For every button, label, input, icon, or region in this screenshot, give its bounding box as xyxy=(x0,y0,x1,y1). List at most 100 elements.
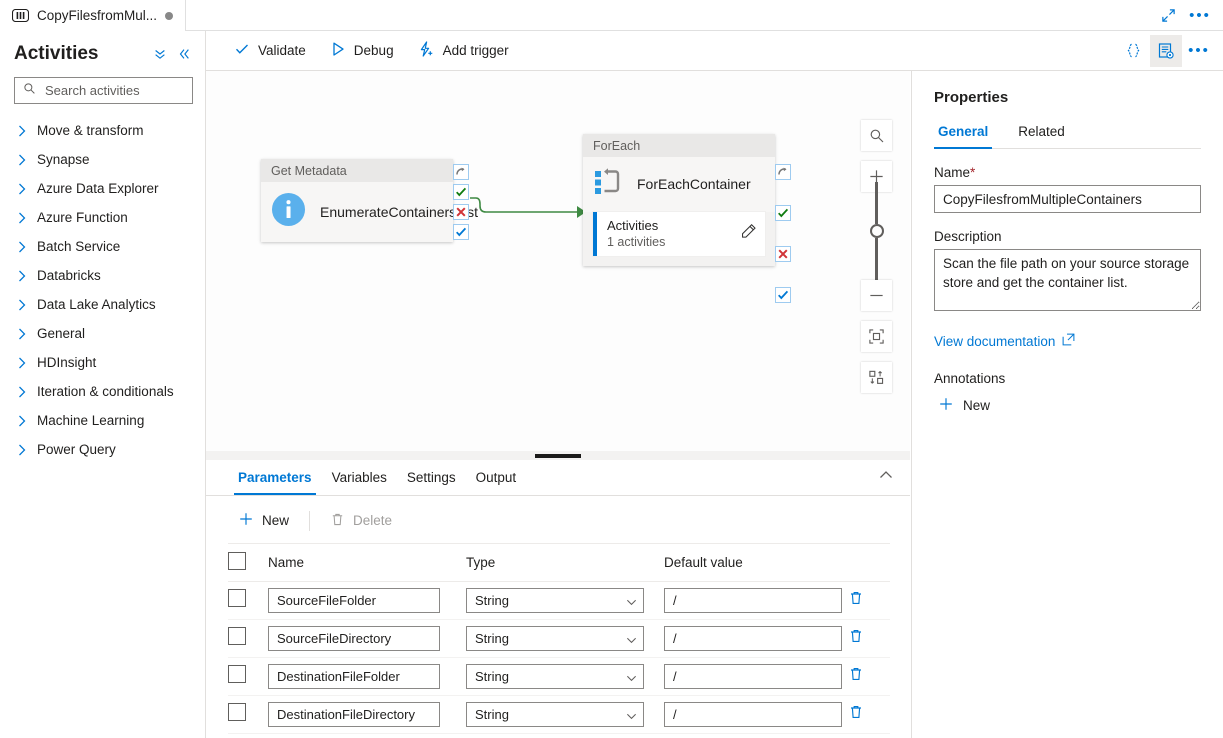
parameter-name-input[interactable] xyxy=(268,664,440,689)
failure-connector[interactable] xyxy=(775,246,791,262)
activity-category-general[interactable]: General xyxy=(0,319,205,348)
parameter-type-select[interactable]: String xyxy=(466,702,644,727)
tab-variables[interactable]: Variables xyxy=(322,462,397,494)
row-action-cell xyxy=(848,581,890,620)
row-default-cell xyxy=(664,581,848,620)
tab-related[interactable]: Related xyxy=(1014,116,1069,148)
activity-category-iteration-conditionals[interactable]: Iteration & conditionals xyxy=(0,377,205,406)
zoom-slider-knob[interactable] xyxy=(869,224,884,238)
curly-braces-code-icon[interactable] xyxy=(1117,35,1149,67)
activity-node-foreach[interactable]: ForEach ForEachContainer Activities 1 ac… xyxy=(583,134,791,303)
tab-parameters[interactable]: Parameters xyxy=(228,462,322,495)
search-input[interactable] xyxy=(43,82,184,99)
parameter-default-input[interactable] xyxy=(664,664,842,689)
activity-category-databricks[interactable]: Databricks xyxy=(0,261,205,290)
search-activities-box[interactable] xyxy=(14,77,193,104)
table-header-row: Name Type Default value xyxy=(228,543,890,582)
more-ellipsis-icon[interactable]: ••• xyxy=(1183,35,1215,67)
activity-category-azure-function[interactable]: Azure Function xyxy=(0,203,205,232)
more-ellipsis-icon[interactable]: ••• xyxy=(1185,0,1215,30)
select-all-checkbox[interactable] xyxy=(228,552,246,570)
double-chevron-left-icon[interactable] xyxy=(175,45,193,63)
validate-button[interactable]: Validate xyxy=(224,36,316,65)
activity-category-synapse[interactable]: Synapse xyxy=(0,145,205,174)
parameter-type-select[interactable]: String xyxy=(466,588,644,613)
success-connector[interactable] xyxy=(775,205,791,221)
chevron-right-icon xyxy=(18,299,27,311)
row-action-cell xyxy=(848,619,890,658)
activity-category-data-lake-analytics[interactable]: Data Lake Analytics xyxy=(0,290,205,319)
row-checkbox[interactable] xyxy=(228,665,246,683)
foreach-activities-card[interactable]: Activities 1 activities xyxy=(593,212,765,256)
parameter-type-select[interactable]: String xyxy=(466,664,644,689)
activity-category-batch-service[interactable]: Batch Service xyxy=(0,232,205,261)
pipeline-tab[interactable]: CopyFilesfromMul... xyxy=(0,0,187,31)
zoom-out-button[interactable] xyxy=(861,280,892,311)
zoom-slider[interactable] xyxy=(861,182,892,280)
activity-category-power-query[interactable]: Power Query xyxy=(0,435,205,464)
row-checkbox[interactable] xyxy=(228,703,246,721)
new-parameter-button[interactable]: New xyxy=(228,506,299,535)
canvas-splitter[interactable] xyxy=(206,451,910,460)
trash-icon xyxy=(330,512,345,530)
parameter-default-input[interactable] xyxy=(664,626,842,651)
delete-row-icon[interactable] xyxy=(848,590,864,606)
skip-connector[interactable] xyxy=(453,164,469,180)
parameter-name-input[interactable] xyxy=(268,702,440,727)
double-chevron-down-icon[interactable] xyxy=(151,45,169,63)
properties-panel-icon[interactable] xyxy=(1150,34,1182,67)
pipeline-description-textarea[interactable] xyxy=(934,249,1201,311)
tab-general[interactable]: General xyxy=(934,116,993,149)
row-default-cell xyxy=(664,657,848,696)
view-documentation-link[interactable]: View documentation xyxy=(934,333,1075,349)
chevron-right-icon xyxy=(18,154,27,166)
failure-connector[interactable] xyxy=(453,204,469,220)
expand-diagonal-icon[interactable] xyxy=(1153,0,1183,30)
completion-connector[interactable] xyxy=(775,287,791,303)
skip-connector[interactable] xyxy=(775,164,791,180)
activity-category-label: Batch Service xyxy=(37,239,121,254)
row-checkbox[interactable] xyxy=(228,589,246,607)
delete-parameter-button[interactable]: Delete xyxy=(320,507,402,535)
zoom-to-fit-icon[interactable] xyxy=(861,321,892,352)
chevron-right-icon xyxy=(18,386,27,398)
delete-row-icon[interactable] xyxy=(848,666,864,682)
success-edge-path xyxy=(470,197,577,213)
parameter-type-select[interactable]: String xyxy=(466,626,644,651)
activities-title: Activities xyxy=(14,43,99,64)
foreach-card-title: Activities xyxy=(607,218,659,233)
activity-category-hdinsight[interactable]: HDInsight xyxy=(0,348,205,377)
parameter-default-input[interactable] xyxy=(664,702,842,727)
zoom-search-icon[interactable] xyxy=(861,120,892,151)
parameter-name-input[interactable] xyxy=(268,626,440,651)
pipeline-icon xyxy=(11,8,30,23)
success-connector[interactable] xyxy=(453,184,469,200)
activities-header: Activities xyxy=(0,31,205,71)
parameter-type-select-wrap: String xyxy=(466,664,644,689)
tab-output[interactable]: Output xyxy=(466,462,527,494)
activities-panel: Activities Search activities Move & tran… xyxy=(0,31,206,738)
debug-button[interactable]: Debug xyxy=(320,36,404,65)
chevron-right-icon xyxy=(18,415,27,427)
completion-connector[interactable] xyxy=(453,224,469,240)
add-trigger-button[interactable]: Add trigger xyxy=(408,36,519,65)
delete-row-icon[interactable] xyxy=(848,704,864,720)
foreach-loop-icon xyxy=(593,167,623,202)
activity-category-azure-data-explorer[interactable]: Azure Data Explorer xyxy=(0,174,205,203)
delete-row-icon[interactable] xyxy=(848,628,864,644)
auto-align-icon[interactable] xyxy=(861,362,892,393)
description-field-label: Description xyxy=(934,229,1002,244)
new-annotation-button[interactable]: New xyxy=(938,396,990,415)
activity-category-machine-learning[interactable]: Machine Learning xyxy=(0,406,205,435)
parameter-default-input[interactable] xyxy=(664,588,842,613)
row-checkbox[interactable] xyxy=(228,627,246,645)
chevron-up-icon[interactable] xyxy=(874,463,898,492)
activity-category-move-transform[interactable]: Move & transform xyxy=(0,116,205,145)
activity-node-get-metadata[interactable]: Get Metadata EnumerateContainersList xyxy=(261,159,478,242)
pipeline-canvas[interactable]: Get Metadata EnumerateContainersList For… xyxy=(206,71,910,451)
tab-settings[interactable]: Settings xyxy=(397,462,466,494)
pencil-edit-icon[interactable] xyxy=(740,223,757,245)
pipeline-name-input[interactable] xyxy=(934,185,1201,213)
parameter-name-input[interactable] xyxy=(268,588,440,613)
properties-tabs: General Related xyxy=(934,116,1201,149)
